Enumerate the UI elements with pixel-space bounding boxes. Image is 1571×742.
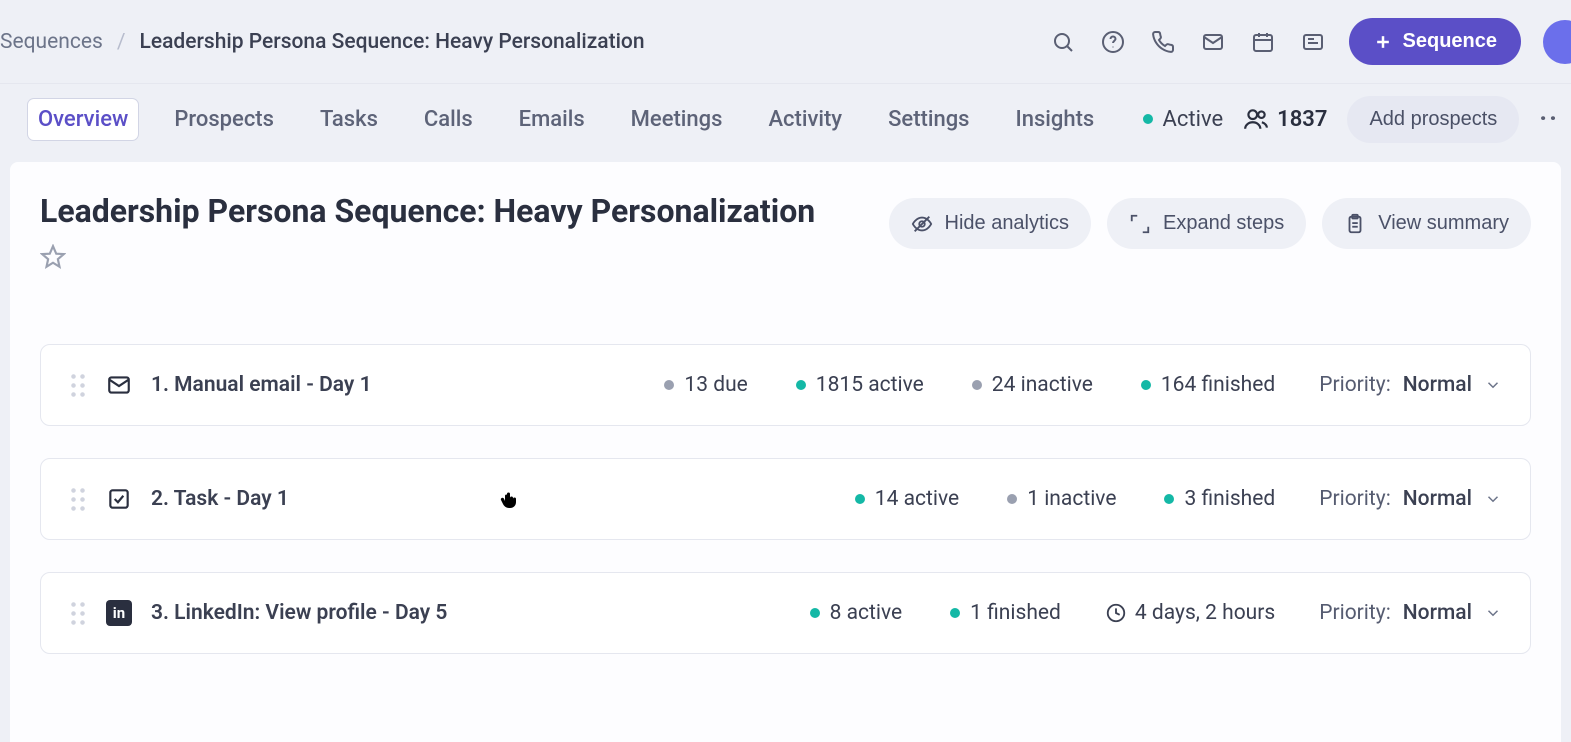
action-pills: Hide analytics Expand steps View summary bbox=[889, 198, 1532, 249]
breadcrumb-current: Leadership Persona Sequence: Heavy Perso… bbox=[140, 30, 645, 54]
content-area: Leadership Persona Sequence: Heavy Perso… bbox=[10, 162, 1561, 742]
step-stat: 1 inactive bbox=[1007, 487, 1116, 511]
step-title: 3. LinkedIn: View profile - Day 5 bbox=[151, 601, 447, 625]
calendar-icon[interactable] bbox=[1249, 28, 1277, 56]
step-row[interactable]: 2. Task - Day 1 14 active 1 inactive 3 f… bbox=[40, 458, 1531, 540]
avatar-circle[interactable] bbox=[1543, 20, 1571, 64]
drag-handle-icon[interactable] bbox=[69, 372, 87, 398]
breadcrumb: Sequences / Leadership Persona Sequence:… bbox=[0, 30, 645, 54]
tabs-row: Overview Prospects Tasks Calls Emails Me… bbox=[0, 84, 1571, 154]
title-block: Leadership Persona Sequence: Heavy Perso… bbox=[40, 192, 815, 274]
tab-prospects[interactable]: Prospects bbox=[164, 99, 284, 140]
tab-activity[interactable]: Activity bbox=[758, 99, 852, 140]
status-dot bbox=[1143, 114, 1153, 124]
tab-meetings[interactable]: Meetings bbox=[621, 99, 733, 140]
priority-select[interactable]: Priority: Normal bbox=[1319, 373, 1502, 397]
priority-select[interactable]: Priority: Normal bbox=[1319, 487, 1502, 511]
more-menu-icon[interactable]: ·· bbox=[1539, 104, 1559, 134]
step-row[interactable]: 1. Manual email - Day 1 13 due 1815 acti… bbox=[40, 344, 1531, 426]
favorite-star-icon[interactable] bbox=[40, 244, 66, 270]
step-stat: 8 active bbox=[810, 601, 903, 625]
step-stat: 1815 active bbox=[796, 373, 924, 397]
tab-settings[interactable]: Settings bbox=[878, 99, 979, 140]
mail-icon bbox=[105, 371, 133, 399]
eye-off-icon bbox=[911, 213, 933, 235]
task-icon bbox=[105, 485, 133, 513]
step-stat: 13 due bbox=[664, 373, 747, 397]
mail-icon[interactable] bbox=[1199, 28, 1227, 56]
help-icon[interactable] bbox=[1099, 28, 1127, 56]
title-row: Leadership Persona Sequence: Heavy Perso… bbox=[40, 192, 1531, 274]
tabs: Overview Prospects Tasks Calls Emails Me… bbox=[28, 99, 1104, 140]
status-chip: Active bbox=[1143, 107, 1224, 132]
card-icon[interactable] bbox=[1299, 28, 1327, 56]
tab-tasks[interactable]: Tasks bbox=[310, 99, 388, 140]
step-stat: 1 finished bbox=[950, 601, 1061, 625]
drag-handle-icon[interactable] bbox=[69, 486, 87, 512]
tab-calls[interactable]: Calls bbox=[414, 99, 483, 140]
step-stat: 3 finished bbox=[1164, 487, 1275, 511]
tab-insights[interactable]: Insights bbox=[1006, 99, 1105, 140]
new-sequence-button[interactable]: Sequence bbox=[1349, 18, 1521, 65]
step-duration: 4 days, 2 hours bbox=[1105, 601, 1275, 625]
step-title: 1. Manual email - Day 1 bbox=[151, 373, 372, 397]
new-sequence-label: Sequence bbox=[1403, 30, 1497, 53]
add-prospects-button[interactable]: Add prospects bbox=[1347, 96, 1519, 143]
search-icon[interactable] bbox=[1049, 28, 1077, 56]
step-stat: 14 active bbox=[855, 487, 959, 511]
steps-list: 1. Manual email - Day 1 13 due 1815 acti… bbox=[40, 344, 1531, 654]
hide-analytics-label: Hide analytics bbox=[945, 212, 1070, 235]
chevron-down-icon bbox=[1484, 604, 1502, 622]
clipboard-icon bbox=[1344, 213, 1366, 235]
topbar-actions: Sequence bbox=[1049, 18, 1571, 65]
tab-overview[interactable]: Overview bbox=[28, 99, 138, 140]
linkedin-icon: in bbox=[105, 599, 133, 627]
step-stat: 24 inactive bbox=[972, 373, 1093, 397]
page-title: Leadership Persona Sequence: Heavy Perso… bbox=[40, 192, 815, 230]
clock-icon bbox=[1105, 602, 1127, 624]
step-title: 2. Task - Day 1 bbox=[151, 487, 289, 511]
tabs-right: Active 1837 Add prospects ·· bbox=[1143, 96, 1547, 143]
step-stat: 164 finished bbox=[1141, 373, 1275, 397]
priority-select[interactable]: Priority: Normal bbox=[1319, 601, 1502, 625]
status-label: Active bbox=[1163, 107, 1224, 132]
step-row[interactable]: in 3. LinkedIn: View profile - Day 5 8 a… bbox=[40, 572, 1531, 654]
chevron-down-icon bbox=[1484, 376, 1502, 394]
phone-icon[interactable] bbox=[1149, 28, 1177, 56]
view-summary-button[interactable]: View summary bbox=[1322, 198, 1531, 249]
breadcrumb-separator: / bbox=[117, 30, 126, 54]
chevron-down-icon bbox=[1484, 490, 1502, 508]
breadcrumb-root[interactable]: Sequences bbox=[0, 30, 103, 54]
tab-emails[interactable]: Emails bbox=[509, 99, 595, 140]
view-summary-label: View summary bbox=[1378, 212, 1509, 235]
expand-icon bbox=[1129, 213, 1151, 235]
drag-handle-icon[interactable] bbox=[69, 600, 87, 626]
expand-steps-label: Expand steps bbox=[1163, 212, 1284, 235]
prospect-count-value: 1837 bbox=[1277, 107, 1327, 132]
hide-analytics-button[interactable]: Hide analytics bbox=[889, 198, 1092, 249]
expand-steps-button[interactable]: Expand steps bbox=[1107, 198, 1306, 249]
prospect-count[interactable]: 1837 bbox=[1243, 106, 1327, 132]
top-bar: Sequences / Leadership Persona Sequence:… bbox=[0, 0, 1571, 84]
